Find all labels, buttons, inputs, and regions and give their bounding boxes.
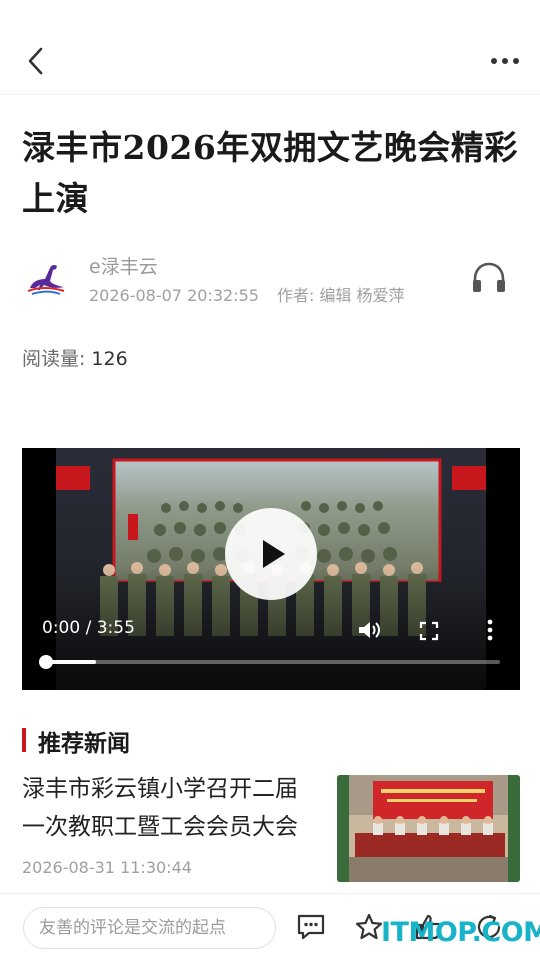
video-time: 0:00 / 3:55 — [42, 618, 135, 638]
more-button[interactable] — [486, 52, 526, 72]
video-progress-bar[interactable] — [39, 655, 500, 669]
source-logo[interactable] — [22, 254, 68, 300]
comment-icon — [297, 914, 325, 940]
comment-button[interactable] — [296, 912, 326, 942]
favorite-button[interactable] — [354, 912, 384, 942]
star-icon — [355, 913, 383, 940]
read-count-value: 126 — [91, 348, 128, 370]
back-button[interactable] — [22, 44, 52, 78]
news-title-line2: 一次教职工暨工会会员大会 — [22, 814, 298, 840]
author-label: 作者: — [276, 286, 315, 305]
news-title: 渌丰市彩云镇小学召开二届 一次教职工暨工会会员大会 — [22, 770, 322, 846]
top-bar — [0, 0, 540, 95]
fullscreen-button[interactable] — [418, 620, 440, 642]
author-name: 编辑 杨爱萍 — [319, 286, 405, 305]
video-progress-handle[interactable] — [39, 655, 53, 669]
more-horizontal-icon — [491, 58, 519, 64]
headphones-icon — [473, 262, 505, 292]
article-title-line1: 渌丰市2026年双拥文艺晚会精彩 — [22, 128, 518, 167]
news-title-line1: 渌丰市彩云镇小学召开二届 — [22, 776, 298, 802]
read-count: 阅读量: 126 — [22, 344, 128, 371]
article-title-line2: 上演 — [22, 179, 89, 218]
comment-input[interactable] — [23, 907, 276, 949]
news-list-item[interactable]: 渌丰市彩云镇小学召开二届 一次教职工暨工会会员大会 2026-08-31 11:… — [0, 770, 540, 890]
publish-datetime: 2026-08-07 20:32:55 — [89, 286, 259, 305]
video-more-button[interactable] — [484, 618, 496, 642]
video-player[interactable]: 0:00 / 3:55 — [22, 448, 520, 690]
article-meta: 2026-08-07 20:32:55 作者: 编辑 杨爱萍 — [89, 282, 405, 306]
source-name[interactable]: e渌丰云 — [89, 252, 158, 279]
dinosaur-logo-icon — [27, 264, 65, 295]
video-buffered-bar — [46, 660, 96, 664]
play-icon — [263, 540, 285, 568]
volume-icon — [359, 622, 380, 638]
listen-button[interactable] — [470, 260, 508, 296]
more-vertical-icon — [487, 619, 493, 641]
news-thumbnail — [337, 775, 520, 882]
section-title: 推荐新闻 — [38, 730, 130, 757]
watermark: ITMOP.COM — [381, 917, 540, 948]
play-button[interactable] — [225, 508, 317, 600]
news-time: 2026-08-31 11:30:44 — [22, 858, 192, 877]
read-count-label: 阅读量: — [22, 348, 86, 370]
volume-button[interactable] — [356, 618, 382, 642]
fullscreen-icon — [419, 621, 439, 641]
article-title: 渌丰市2026年双拥文艺晚会精彩 上演 — [22, 122, 518, 224]
section-accent-bar — [22, 728, 26, 752]
chevron-left-icon — [28, 47, 43, 75]
